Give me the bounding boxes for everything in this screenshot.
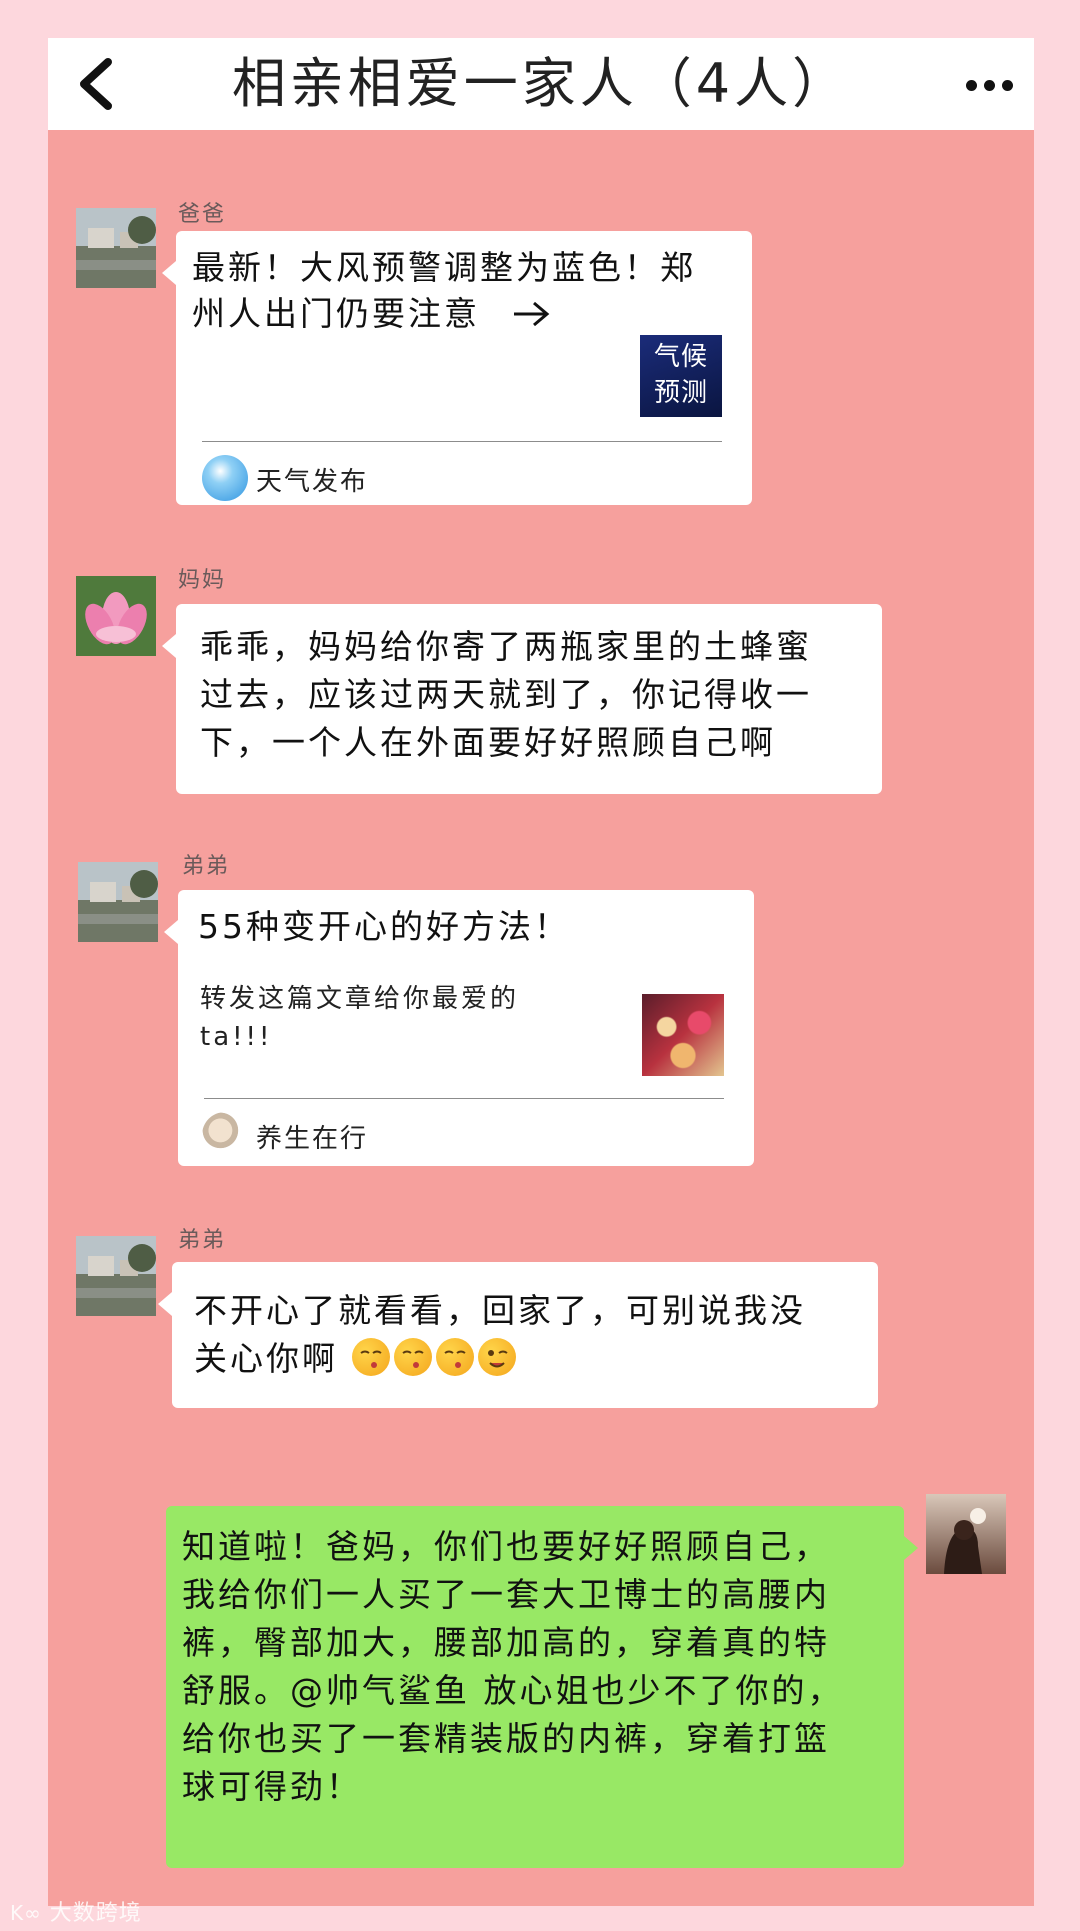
- chat-title: 相亲相爱一家人（4人）: [231, 52, 851, 115]
- message-line: 球可得劲！: [182, 1767, 362, 1806]
- link-card-description: ta!!!: [200, 1022, 273, 1052]
- more-options-icon[interactable]: [960, 66, 1020, 102]
- text-message[interactable]: 不开心了就看看，回家了，可别说我没 关心你啊: [158, 1262, 878, 1408]
- avatar-mom[interactable]: [76, 576, 156, 656]
- message-line: 下，一个人在外面要好好照顾自己啊: [200, 723, 776, 762]
- message-line: 过去，应该过两天就到了，你记得收一: [200, 675, 812, 714]
- avatar-brother[interactable]: [78, 862, 158, 942]
- kiss-emoji-icon: [351, 1338, 390, 1376]
- link-card-title-line: 最新！大风预警调整为蓝色！郑: [192, 248, 696, 287]
- chat-window: 相亲相爱一家人（4人） 爸爸 最新！大风预警调整为蓝色！郑 州人出门仍要注意 气…: [48, 38, 1034, 1906]
- link-card-message[interactable]: 55种变开心的好方法！ 转发这篇文章给你最爱的 ta!!! 养生在行: [164, 890, 754, 1166]
- link-card-title: 55种变开心的好方法！: [198, 907, 570, 946]
- link-card-title-line: 州人出门仍要注意: [192, 294, 480, 333]
- card-divider: [202, 441, 722, 442]
- card-divider: [204, 1098, 724, 1099]
- message-line: 知道啦！爸妈，你们也要好好照顾自己，: [182, 1527, 830, 1566]
- sender-name: 爸爸: [178, 202, 227, 227]
- sender-name: 弟弟: [182, 854, 231, 879]
- link-card-message[interactable]: 最新！大风预警调整为蓝色！郑 州人出门仍要注意 气候 预测 天气发布: [162, 231, 752, 505]
- message-line-text: 关心你啊: [194, 1339, 338, 1378]
- link-card-source: 养生在行: [256, 1124, 369, 1154]
- message-line: 裤，臀部加大，腰部加高的，穿着真的特: [182, 1623, 830, 1662]
- link-card-source: 天气发布: [256, 467, 369, 497]
- watermark-logo-icon: K∞: [10, 1901, 42, 1925]
- arrow-right-icon: [514, 301, 550, 327]
- message-line: 给你也买了一套精装版的内裤，穿着打篮: [182, 1719, 830, 1758]
- chat-header: 相亲相爱一家人（4人）: [48, 38, 1034, 130]
- message-line: 关心你啊: [194, 1336, 520, 1382]
- avatar-dad[interactable]: [76, 208, 156, 288]
- message-line: 我给你们一人买了一套大卫博士的高腰内: [182, 1575, 830, 1614]
- watermark: K∞ 大数跨境: [10, 1895, 142, 1927]
- link-card-thumbnail: 气候 预测: [640, 335, 722, 417]
- message-line: 舒服。@帅气鲨鱼 放心姐也少不了你的，: [182, 1671, 844, 1710]
- avatar-me[interactable]: [926, 1494, 1006, 1574]
- kiss-emoji-icon: [435, 1338, 474, 1376]
- sender-name: 弟弟: [178, 1228, 227, 1253]
- message-line: 不开心了就看看，回家了，可别说我没: [194, 1291, 806, 1330]
- avatar-brother[interactable]: [76, 1236, 156, 1316]
- my-text-message[interactable]: 知道啦！爸妈，你们也要好好照顾自己， 我给你们一人买了一套大卫博士的高腰内 裤，…: [166, 1506, 918, 1868]
- source-icon: [202, 1112, 248, 1158]
- watermark-text: 大数跨境: [49, 1901, 142, 1926]
- kiss-emoji-icon: [393, 1338, 432, 1376]
- link-card-thumbnail: [642, 994, 724, 1076]
- source-icon: [202, 455, 248, 501]
- text-message[interactable]: 乖乖，妈妈给你寄了两瓶家里的土蜂蜜 过去，应该过两天就到了，你记得收一 下，一个…: [162, 604, 882, 794]
- wink-emoji-icon: [477, 1338, 516, 1376]
- link-card-description: 转发这篇文章给你最爱的: [200, 984, 520, 1014]
- sender-name: 妈妈: [178, 568, 227, 593]
- message-line: 乖乖，妈妈给你寄了两瓶家里的土蜂蜜: [200, 627, 812, 666]
